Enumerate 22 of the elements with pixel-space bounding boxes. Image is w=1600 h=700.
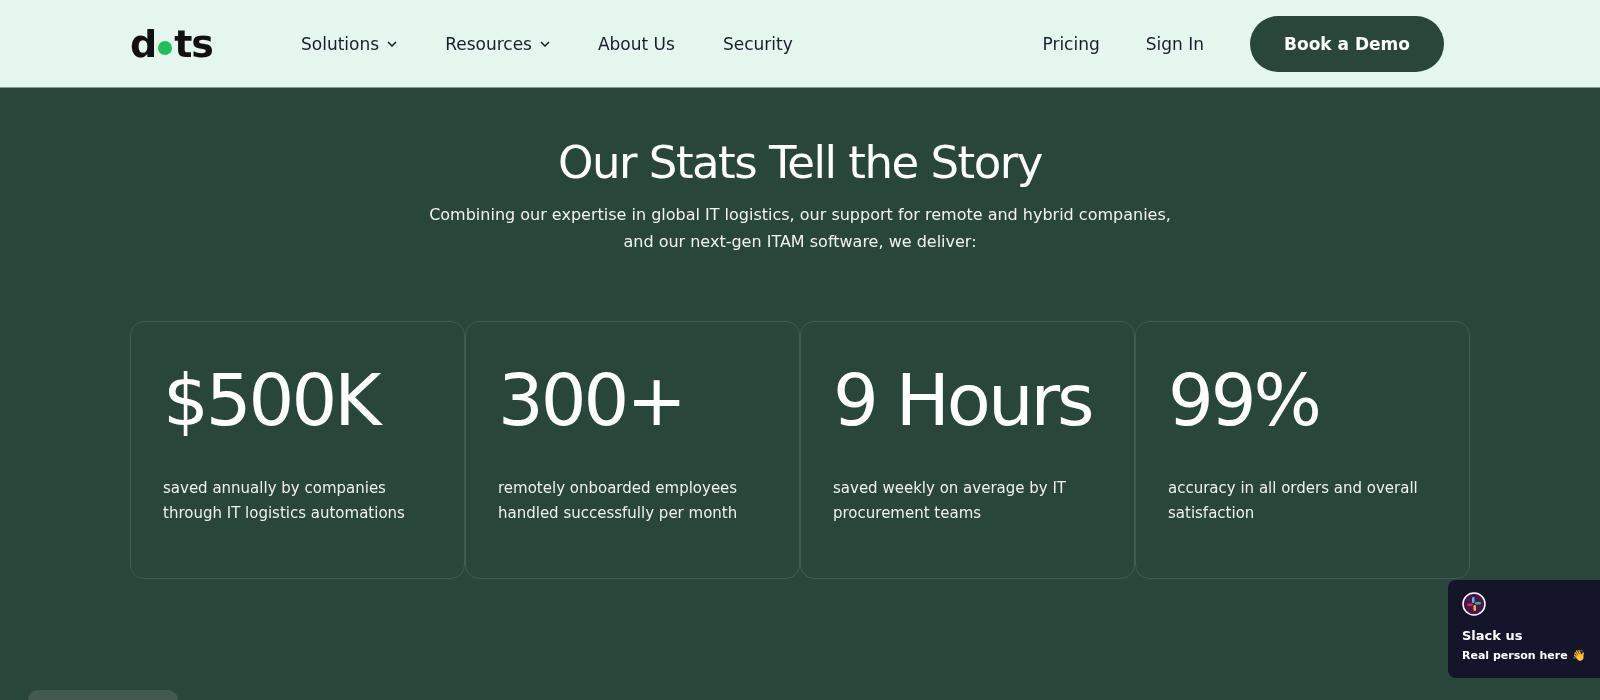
section-title: Our Stats Tell the Story <box>558 135 1042 189</box>
book-demo-button[interactable]: Book a Demo <box>1250 15 1444 72</box>
nav-link[interactable]: Pricing <box>1042 33 1100 54</box>
nav-link[interactable]: Security <box>722 33 793 54</box>
widget-subtitle: Real person here 👋 <box>1462 649 1586 662</box>
stat-value: $500K <box>163 364 432 436</box>
nav-link[interactable]: About Us <box>597 33 675 54</box>
chat-widget[interactable]: Slack us Real person here 👋 <box>1448 580 1600 678</box>
stat-value: 300+ <box>498 364 685 436</box>
section-subtitle: Combining our expertise in global IT logistics, our support for remote and hybrid companies, and our next-gen ITAM software, we deliver: <box>429 204 1171 253</box>
widget-title: Slack us <box>1462 628 1524 643</box>
stat-description: saved annually by companies through IT logistics automations <box>163 478 406 524</box>
stat-description: saved weekly on average by IT procurement teams <box>833 478 1067 524</box>
stat-description: remotely onboarded employees handled successfully per month <box>498 478 739 524</box>
dots-logo[interactable]: d ts <box>130 24 213 63</box>
nav-link[interactable]: Sign In <box>1145 33 1205 54</box>
stat-description: accuracy in all orders and overall satisfaction <box>1168 478 1419 524</box>
nav-link[interactable]: Resources <box>445 33 550 54</box>
nav-link[interactable]: Solutions <box>301 33 398 54</box>
slack-icon <box>1462 592 1486 616</box>
stat-value: 99% <box>1168 364 1321 436</box>
stat-value: 9 Hours <box>833 364 1093 436</box>
